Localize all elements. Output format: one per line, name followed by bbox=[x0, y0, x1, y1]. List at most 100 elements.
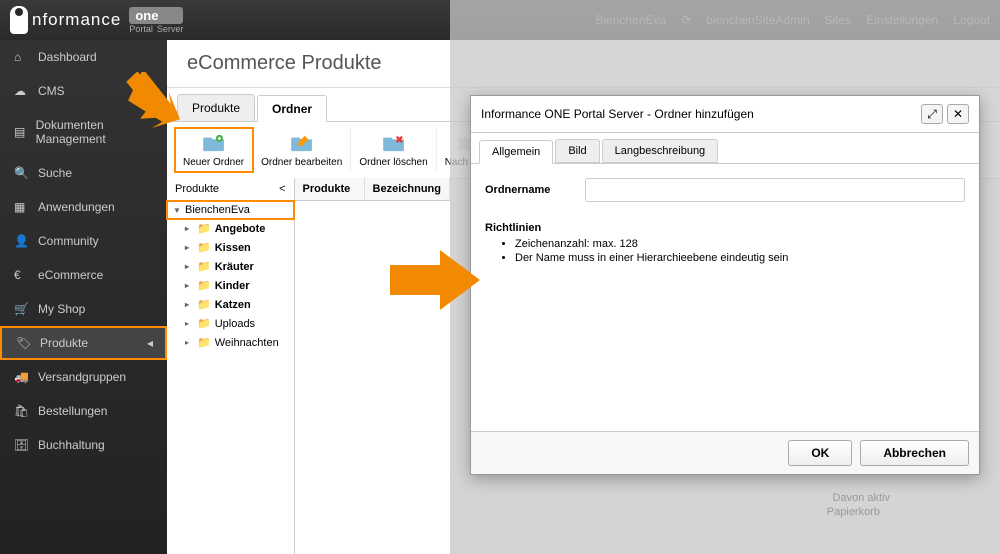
tree-item-label: Kinder bbox=[215, 280, 250, 292]
folder-icon: 📁 bbox=[197, 317, 211, 330]
grid-col-name[interactable]: Bezeichnung bbox=[365, 178, 450, 200]
guidelines-title: Richtlinien bbox=[485, 222, 965, 234]
tree-item-label: Weihnachten bbox=[215, 337, 279, 349]
tool-label: Ordner löschen bbox=[359, 157, 427, 168]
tool-label: Ordner bearbeiten bbox=[261, 157, 342, 168]
sidebar-item-shipping[interactable]: 🚚 Versandgruppen bbox=[0, 360, 167, 394]
logo: nformance one Portal Server bbox=[10, 6, 183, 34]
tree-header: Produkte < bbox=[167, 178, 294, 201]
cancel-button[interactable]: Abbrechen bbox=[860, 440, 969, 466]
logo-one: one bbox=[129, 7, 183, 24]
dialog-footer: OK Abbrechen bbox=[471, 431, 979, 474]
ok-button[interactable]: OK bbox=[788, 440, 852, 466]
foldername-label: Ordnername bbox=[485, 184, 565, 196]
collapse-icon[interactable]: < bbox=[279, 183, 285, 195]
sidebar-label: CMS bbox=[38, 84, 65, 98]
tree-item[interactable]: ▸ 📁 Kissen bbox=[167, 238, 294, 257]
tool-label: Neuer Ordner bbox=[183, 157, 244, 168]
faded-trash: Papierkorb bbox=[827, 506, 880, 518]
tree-root-label: BienchenEva bbox=[185, 204, 250, 216]
tree-item[interactable]: ▸📁Angebote bbox=[167, 219, 294, 238]
sidebar-label: Bestellungen bbox=[38, 404, 107, 418]
dialog-titlebar: Informance ONE Portal Server - Ordner hi… bbox=[471, 96, 979, 133]
cart-icon: 🛍 bbox=[14, 404, 28, 418]
foldername-input[interactable] bbox=[585, 178, 965, 202]
cart-icon: 🛒 bbox=[14, 302, 28, 316]
sidebar-label: Suche bbox=[38, 166, 72, 180]
euro-icon: € bbox=[14, 268, 28, 282]
sidebar-item-search[interactable]: 🔍 Suche bbox=[0, 156, 167, 190]
sidebar-label: Versandgruppen bbox=[38, 370, 126, 384]
sidebar-item-dashboard[interactable]: ⌂Dashboard bbox=[0, 40, 167, 74]
edit-folder-button[interactable]: Ordner bearbeiten bbox=[253, 128, 351, 172]
guidelines: Richtlinien Zeichenanzahl: max. 128 Der … bbox=[485, 222, 965, 264]
grid-icon: ▦ bbox=[14, 200, 28, 214]
logo-text: nformance bbox=[32, 10, 121, 30]
dialog-tab-general[interactable]: Allgemein bbox=[479, 140, 553, 164]
new-folder-button[interactable]: Neuer Ordner bbox=[175, 128, 253, 172]
tree-item[interactable]: ▸📁Weihnachten bbox=[167, 333, 294, 352]
sidebar-label: Buchhaltung bbox=[38, 438, 105, 452]
calc-icon: 🗄 bbox=[14, 438, 28, 452]
search-icon: 🔍 bbox=[14, 166, 28, 180]
sidebar-label: Community bbox=[38, 234, 99, 248]
chevron-right-icon: ▸ bbox=[185, 300, 193, 309]
chevron-right-icon: ▸ bbox=[185, 243, 193, 252]
sidebar-item-community[interactable]: 👤 Community bbox=[0, 224, 167, 258]
dialog-title-text: Informance ONE Portal Server - Ordner hi… bbox=[481, 107, 754, 121]
tree-item-label: Kissen bbox=[215, 242, 251, 254]
folder-icon: 📁 bbox=[197, 241, 211, 254]
sidebar-item-myshop[interactable]: 🛒My Shop bbox=[0, 292, 167, 326]
tree-item[interactable]: ▸ 📁 Kinder bbox=[167, 276, 294, 295]
delete-folder-button[interactable]: Ordner löschen bbox=[351, 128, 436, 172]
folder-icon: 📁 bbox=[197, 298, 211, 311]
grid-col-products[interactable]: Produkte bbox=[295, 178, 365, 200]
sidebar-item-accounting[interactable]: 🗄 Buchhaltung bbox=[0, 428, 167, 462]
annotation-arrow-icon bbox=[390, 250, 480, 310]
dialog-tab-longdesc[interactable]: Langbeschreibung bbox=[602, 139, 719, 163]
chevron-right-icon: ▸ bbox=[185, 319, 193, 328]
tree-item[interactable]: ▸📁Uploads bbox=[167, 314, 294, 333]
logo-server: Server bbox=[157, 24, 184, 34]
sidebar-item-ecommerce[interactable]: € eCommerce bbox=[0, 258, 167, 292]
add-folder-dialog: Informance ONE Portal Server - Ordner hi… bbox=[470, 95, 980, 475]
tree-item-label: Katzen bbox=[215, 299, 251, 311]
tree-panel: Produkte < ▼ BienchenEva ▸📁Angebote▸📁Kis… bbox=[167, 178, 295, 554]
chevron-right-icon: ▸ bbox=[185, 281, 193, 290]
sidebar-label: eCommerce bbox=[38, 268, 103, 282]
chevron-left-icon: ◂ bbox=[147, 336, 153, 350]
guideline-item: Zeichenanzahl: max. 128 bbox=[515, 238, 965, 250]
tree-item[interactable]: ▸ 📁 Katzen bbox=[167, 295, 294, 314]
maximize-button[interactable]: ⤢ bbox=[921, 104, 943, 124]
sidebar-item-orders[interactable]: 🛍 Bestellungen bbox=[0, 394, 167, 428]
chevron-right-icon: ▸ bbox=[185, 224, 193, 233]
close-button[interactable]: ✕ bbox=[947, 104, 969, 124]
sidebar-item-apps[interactable]: ▦ Anwendungen bbox=[0, 190, 167, 224]
folder-edit-icon bbox=[289, 132, 315, 154]
doc-icon: ▤ bbox=[14, 125, 26, 139]
tree-root[interactable]: ▼ BienchenEva bbox=[167, 201, 294, 219]
dialog-tab-image[interactable]: Bild bbox=[555, 139, 599, 163]
tree-item[interactable]: ▸ 📁 Kräuter bbox=[167, 257, 294, 276]
content-split: Produkte < ▼ BienchenEva ▸📁Angebote▸📁Kis… bbox=[167, 178, 450, 554]
sidebar-item-products[interactable]: 🏷Produkte◂ bbox=[0, 326, 167, 360]
logo-portal: Portal bbox=[129, 24, 153, 34]
folder-icon: 📁 bbox=[197, 336, 211, 349]
faded-davon: Davon aktiv bbox=[833, 492, 890, 504]
user-icon: 👤 bbox=[14, 234, 28, 248]
tab-folders[interactable]: Ordner bbox=[257, 95, 327, 122]
sidebar-label: Dashboard bbox=[38, 50, 97, 64]
chevron-right-icon: ▸ bbox=[185, 262, 193, 271]
chevron-down-icon: ▼ bbox=[173, 206, 181, 215]
folder-delete-icon bbox=[381, 132, 407, 154]
folder-icon: 📁 bbox=[197, 260, 211, 273]
grid-panel: Produkte Bezeichnung bbox=[295, 178, 450, 554]
sidebar-label: Anwendungen bbox=[38, 200, 115, 214]
truck-icon: 🚚 bbox=[14, 370, 28, 384]
cloud-icon: ☁ bbox=[14, 84, 28, 98]
tree-item-label: Kräuter bbox=[215, 261, 254, 273]
tree-item-label: Angebote bbox=[215, 223, 266, 235]
folder-icon: 📁 bbox=[197, 279, 211, 292]
grid-header: Produkte Bezeichnung bbox=[295, 178, 450, 201]
guideline-item: Der Name muss in einer Hierarchieebene e… bbox=[515, 252, 965, 264]
